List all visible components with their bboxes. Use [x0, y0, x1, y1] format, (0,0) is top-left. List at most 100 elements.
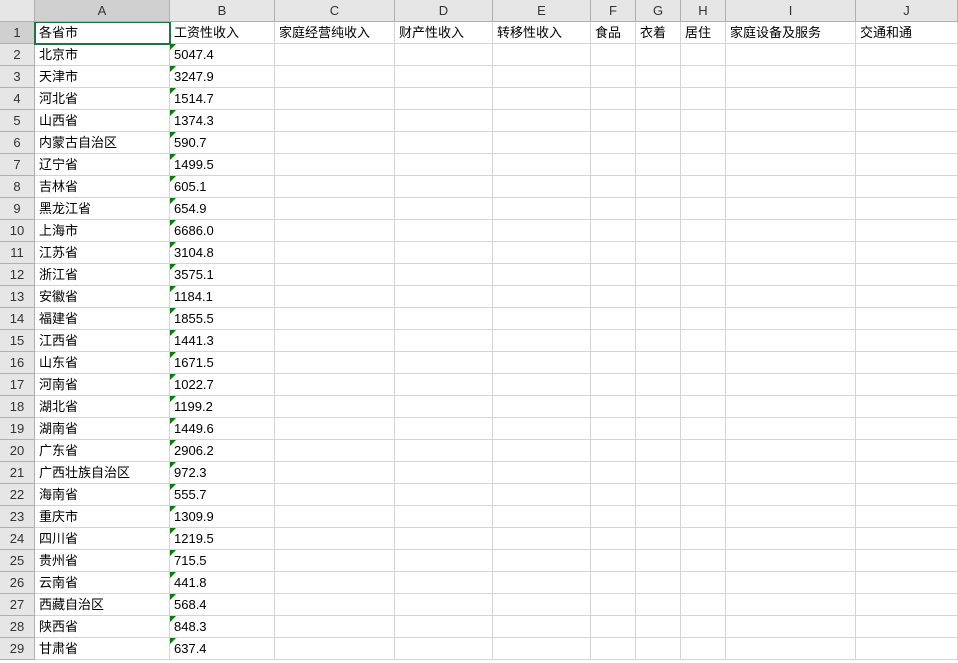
cell-a12[interactable]: 浙江省 [35, 264, 170, 286]
cell-f25[interactable] [591, 550, 636, 572]
row-header-17[interactable]: 17 [0, 374, 35, 396]
cell-i20[interactable] [726, 440, 856, 462]
cell-h26[interactable] [681, 572, 726, 594]
cell-c8[interactable] [275, 176, 395, 198]
cell-e12[interactable] [493, 264, 591, 286]
cell-i23[interactable] [726, 506, 856, 528]
cell-j18[interactable] [856, 396, 958, 418]
cell-h7[interactable] [681, 154, 726, 176]
cell-e11[interactable] [493, 242, 591, 264]
cell-b18[interactable]: 1199.2 [170, 396, 275, 418]
cell-g22[interactable] [636, 484, 681, 506]
cell-f6[interactable] [591, 132, 636, 154]
cell-e2[interactable] [493, 44, 591, 66]
cell-d15[interactable] [395, 330, 493, 352]
cell-e10[interactable] [493, 220, 591, 242]
cell-e24[interactable] [493, 528, 591, 550]
cell-e5[interactable] [493, 110, 591, 132]
row-header-28[interactable]: 28 [0, 616, 35, 638]
cell-c20[interactable] [275, 440, 395, 462]
cell-c18[interactable] [275, 396, 395, 418]
cell-j19[interactable] [856, 418, 958, 440]
cell-e21[interactable] [493, 462, 591, 484]
cell-i6[interactable] [726, 132, 856, 154]
cell-g9[interactable] [636, 198, 681, 220]
cell-a27[interactable]: 西藏自治区 [35, 594, 170, 616]
cell-d28[interactable] [395, 616, 493, 638]
cell-g21[interactable] [636, 462, 681, 484]
row-header-19[interactable]: 19 [0, 418, 35, 440]
cell-a24[interactable]: 四川省 [35, 528, 170, 550]
cell-i29[interactable] [726, 638, 856, 660]
cell-i11[interactable] [726, 242, 856, 264]
cell-j16[interactable] [856, 352, 958, 374]
cell-b16[interactable]: 1671.5 [170, 352, 275, 374]
cell-g18[interactable] [636, 396, 681, 418]
row-header-20[interactable]: 20 [0, 440, 35, 462]
cell-b21[interactable]: 972.3 [170, 462, 275, 484]
row-header-7[interactable]: 7 [0, 154, 35, 176]
cell-h10[interactable] [681, 220, 726, 242]
cell-e17[interactable] [493, 374, 591, 396]
cell-c19[interactable] [275, 418, 395, 440]
cell-d14[interactable] [395, 308, 493, 330]
row-header-23[interactable]: 23 [0, 506, 35, 528]
cell-e25[interactable] [493, 550, 591, 572]
cell-a7[interactable]: 辽宁省 [35, 154, 170, 176]
cell-g23[interactable] [636, 506, 681, 528]
cell-d13[interactable] [395, 286, 493, 308]
cell-d2[interactable] [395, 44, 493, 66]
cell-b25[interactable]: 715.5 [170, 550, 275, 572]
row-header-24[interactable]: 24 [0, 528, 35, 550]
cell-g3[interactable] [636, 66, 681, 88]
row-header-4[interactable]: 4 [0, 88, 35, 110]
cell-c9[interactable] [275, 198, 395, 220]
cell-a6[interactable]: 内蒙古自治区 [35, 132, 170, 154]
cell-d1[interactable]: 财产性收入 [395, 22, 493, 44]
cell-g8[interactable] [636, 176, 681, 198]
cell-g2[interactable] [636, 44, 681, 66]
cell-e28[interactable] [493, 616, 591, 638]
cell-h27[interactable] [681, 594, 726, 616]
cell-f2[interactable] [591, 44, 636, 66]
cell-j4[interactable] [856, 88, 958, 110]
cell-i3[interactable] [726, 66, 856, 88]
cell-b20[interactable]: 2906.2 [170, 440, 275, 462]
cell-b5[interactable]: 1374.3 [170, 110, 275, 132]
row-header-11[interactable]: 11 [0, 242, 35, 264]
cell-j23[interactable] [856, 506, 958, 528]
cell-i13[interactable] [726, 286, 856, 308]
cell-j13[interactable] [856, 286, 958, 308]
cell-f24[interactable] [591, 528, 636, 550]
cell-e13[interactable] [493, 286, 591, 308]
cell-b22[interactable]: 555.7 [170, 484, 275, 506]
cell-g24[interactable] [636, 528, 681, 550]
cell-g27[interactable] [636, 594, 681, 616]
cell-b8[interactable]: 605.1 [170, 176, 275, 198]
cell-c4[interactable] [275, 88, 395, 110]
row-header-10[interactable]: 10 [0, 220, 35, 242]
cell-j2[interactable] [856, 44, 958, 66]
cell-c24[interactable] [275, 528, 395, 550]
cell-i26[interactable] [726, 572, 856, 594]
cell-a3[interactable]: 天津市 [35, 66, 170, 88]
cell-b27[interactable]: 568.4 [170, 594, 275, 616]
cell-i7[interactable] [726, 154, 856, 176]
cell-d3[interactable] [395, 66, 493, 88]
cell-b24[interactable]: 1219.5 [170, 528, 275, 550]
cell-e20[interactable] [493, 440, 591, 462]
cell-h20[interactable] [681, 440, 726, 462]
cell-h2[interactable] [681, 44, 726, 66]
cell-i1[interactable]: 家庭设备及服务 [726, 22, 856, 44]
cell-c27[interactable] [275, 594, 395, 616]
cell-e27[interactable] [493, 594, 591, 616]
row-header-3[interactable]: 3 [0, 66, 35, 88]
cell-a18[interactable]: 湖北省 [35, 396, 170, 418]
cell-h14[interactable] [681, 308, 726, 330]
cell-g20[interactable] [636, 440, 681, 462]
cell-d12[interactable] [395, 264, 493, 286]
cell-j10[interactable] [856, 220, 958, 242]
cell-i16[interactable] [726, 352, 856, 374]
cell-j9[interactable] [856, 198, 958, 220]
cell-d27[interactable] [395, 594, 493, 616]
